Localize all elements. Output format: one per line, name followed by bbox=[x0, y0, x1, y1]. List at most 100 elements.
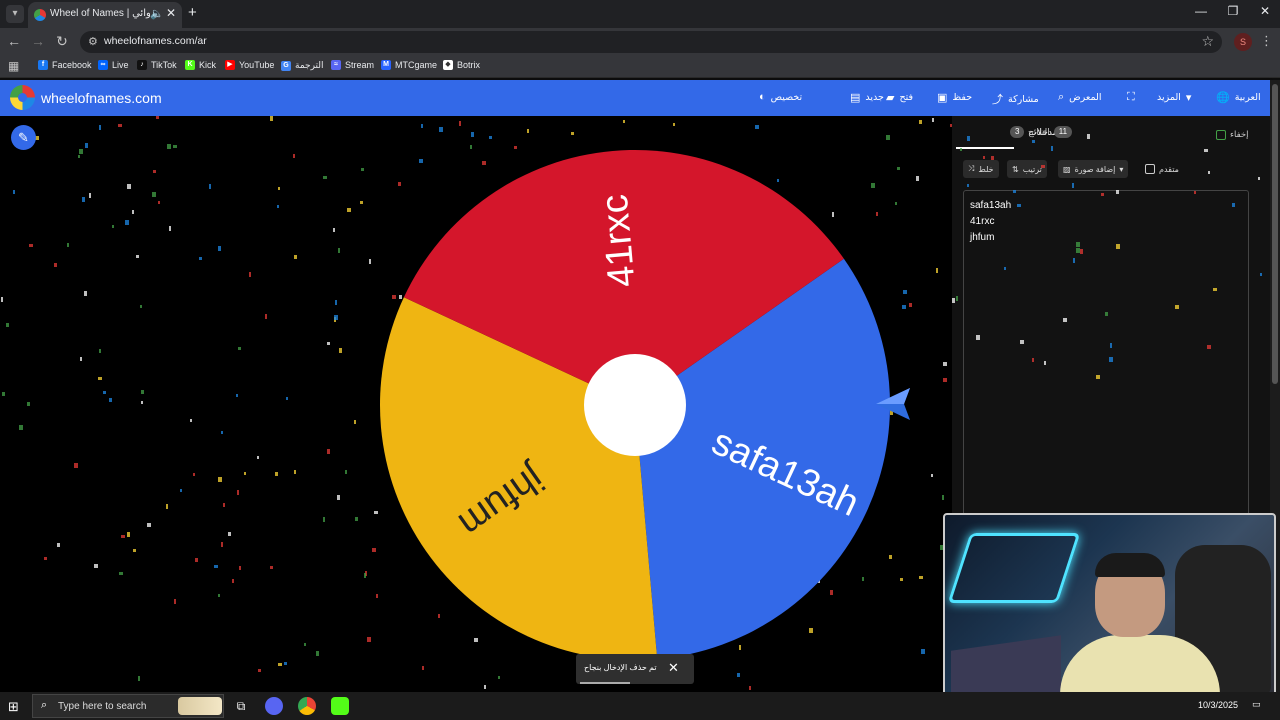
bookmark-label: الترجمة bbox=[295, 60, 324, 70]
bookmark-favicon-icon: ♪ bbox=[137, 60, 147, 70]
address-bar[interactable]: ⚙ wheelofnames.com/ar ☆ bbox=[80, 31, 1222, 53]
edit-pencil-icon[interactable]: ✎ bbox=[11, 125, 36, 150]
tray-date[interactable]: 10/3/2025 bbox=[1198, 700, 1238, 710]
task-view-icon[interactable]: ⧉ bbox=[232, 697, 250, 715]
profile-avatar[interactable]: S bbox=[1234, 33, 1252, 51]
bookmark-item[interactable]: G الترجمة bbox=[281, 60, 324, 71]
browser-tab[interactable]: Wheel of Names | العشوائي 🔈 ✕ bbox=[28, 2, 182, 28]
header-menu-item[interactable]: ◐ تخصيص bbox=[759, 91, 802, 103]
site-title[interactable]: wheelofnames.com bbox=[41, 90, 162, 106]
apps-grid-icon[interactable]: ▦ bbox=[8, 59, 19, 73]
confetti-piece bbox=[1110, 343, 1112, 348]
search-highlight-image[interactable] bbox=[178, 697, 222, 715]
confetti-piece bbox=[1073, 258, 1075, 263]
minimize-icon[interactable]: — bbox=[1186, 4, 1216, 18]
header-menu-item[interactable]: ⌕ المعرض bbox=[1058, 91, 1102, 104]
save-icon: ▣ bbox=[937, 92, 948, 104]
confetti-piece bbox=[1044, 361, 1046, 365]
confetti-piece bbox=[936, 268, 938, 273]
confetti-piece bbox=[275, 472, 278, 476]
window-close-icon[interactable]: ✕ bbox=[1250, 4, 1280, 18]
url-text[interactable]: wheelofnames.com/ar bbox=[104, 35, 207, 47]
confetti-piece bbox=[270, 566, 273, 569]
confetti-piece bbox=[78, 155, 80, 158]
confetti-piece bbox=[6, 323, 9, 327]
bookmark-favicon-icon: ≈ bbox=[331, 60, 341, 70]
kick-app-icon[interactable] bbox=[331, 697, 349, 715]
bookmark-item[interactable]: ≈ Stream bbox=[331, 60, 374, 70]
bookmark-item[interactable]: ▶ YouTube bbox=[225, 60, 274, 70]
bookmark-item[interactable]: ◆ Botrix bbox=[443, 60, 480, 70]
confetti-piece bbox=[180, 489, 182, 492]
scrollbar-thumb[interactable] bbox=[1272, 84, 1278, 384]
windows-start-icon[interactable]: ⊞ bbox=[8, 699, 19, 715]
confetti-piece bbox=[84, 291, 87, 296]
speaker-icon[interactable]: 🔈 bbox=[150, 7, 164, 20]
bookmark-label: Botrix bbox=[457, 60, 481, 70]
toast-close-icon[interactable]: ✕ bbox=[668, 660, 679, 676]
confetti-piece bbox=[1208, 171, 1210, 174]
bookmark-item[interactable]: f Facebook bbox=[38, 60, 92, 70]
notification-icon[interactable]: ▭ bbox=[1252, 699, 1261, 710]
header-menu-label: العربية bbox=[1234, 92, 1261, 103]
confetti-piece bbox=[99, 125, 101, 130]
confetti-piece bbox=[140, 305, 142, 308]
header-menu-item[interactable]: ▣ حفظ bbox=[937, 91, 972, 104]
tab-search-dropdown-icon[interactable]: ▾ bbox=[6, 5, 24, 23]
back-arrow-icon[interactable]: ← bbox=[4, 33, 24, 49]
header-menu-item[interactable]: ⤴ مشاركة bbox=[992, 91, 1039, 107]
restore-icon[interactable]: ❐ bbox=[1218, 4, 1248, 18]
confetti-piece bbox=[74, 463, 78, 468]
chrome-icon[interactable] bbox=[298, 697, 316, 715]
confetti-piece bbox=[257, 456, 259, 459]
confetti-piece bbox=[138, 676, 140, 681]
wheel-center-hub[interactable] bbox=[584, 354, 686, 456]
bookmark-item[interactable]: K Kick bbox=[185, 60, 216, 70]
confetti-piece bbox=[294, 470, 296, 474]
confetti-piece bbox=[361, 168, 364, 171]
confetti-piece bbox=[527, 129, 529, 133]
header-menu-item[interactable]: 🌐 العربية bbox=[1216, 91, 1261, 104]
confetti-piece bbox=[218, 477, 222, 482]
bookmark-star-icon[interactable]: ☆ bbox=[1201, 33, 1214, 50]
header-menu-item[interactable]: ⛶ bbox=[1127, 91, 1140, 104]
wheel[interactable]: safa13ahjhfum41rxc bbox=[370, 140, 900, 670]
confetti-piece bbox=[238, 347, 241, 350]
header-menu-item[interactable]: المزيد ▾ bbox=[1157, 91, 1191, 104]
reload-icon[interactable]: ↻ bbox=[52, 33, 72, 50]
header-menu-item[interactable]: ▤ جديد bbox=[850, 91, 884, 104]
confetti-piece bbox=[1207, 345, 1211, 349]
bookmark-item[interactable]: ∞ Live bbox=[98, 60, 129, 70]
bookmark-item[interactable]: ♪ TikTok bbox=[137, 60, 177, 70]
confetti-piece bbox=[623, 120, 625, 123]
bookmark-label: Stream bbox=[345, 60, 375, 70]
browser-tab-strip: ▾ Wheel of Names | العشوائي 🔈 ✕ + — ❐ ✕ bbox=[0, 0, 1280, 28]
header-menu-item[interactable]: ▰ فتح bbox=[886, 91, 913, 104]
bookmark-favicon-icon: M bbox=[381, 60, 391, 70]
confetti-piece bbox=[956, 296, 958, 301]
confetti-piece bbox=[54, 263, 57, 267]
confetti-piece bbox=[127, 532, 130, 537]
confetti-piece bbox=[1, 297, 3, 302]
confetti-piece bbox=[1213, 288, 1217, 291]
confetti-piece bbox=[228, 532, 231, 536]
confetti-piece bbox=[109, 398, 112, 402]
tab-close-icon[interactable]: ✕ bbox=[166, 6, 176, 20]
confetti-piece bbox=[166, 504, 168, 509]
bookmark-label: MTCgame bbox=[395, 60, 438, 70]
confetti-piece bbox=[364, 573, 366, 578]
confetti-piece bbox=[286, 397, 288, 400]
confetti-piece bbox=[293, 154, 295, 158]
discord-icon[interactable] bbox=[265, 697, 283, 715]
confetti-piece bbox=[983, 156, 985, 159]
confetti-piece bbox=[173, 145, 177, 148]
forward-arrow-icon[interactable]: → bbox=[28, 33, 48, 49]
bookmark-item[interactable]: M MTCgame bbox=[381, 60, 437, 70]
confetti-piece bbox=[1051, 146, 1053, 151]
site-info-icon[interactable]: ⚙ bbox=[88, 35, 98, 48]
confetti-piece bbox=[1076, 248, 1080, 253]
confetti-piece bbox=[278, 187, 280, 190]
new-tab-icon[interactable]: + bbox=[188, 5, 197, 21]
kebab-menu-icon[interactable]: ⋮ bbox=[1260, 33, 1273, 49]
wheel-logo-icon[interactable] bbox=[10, 85, 35, 110]
